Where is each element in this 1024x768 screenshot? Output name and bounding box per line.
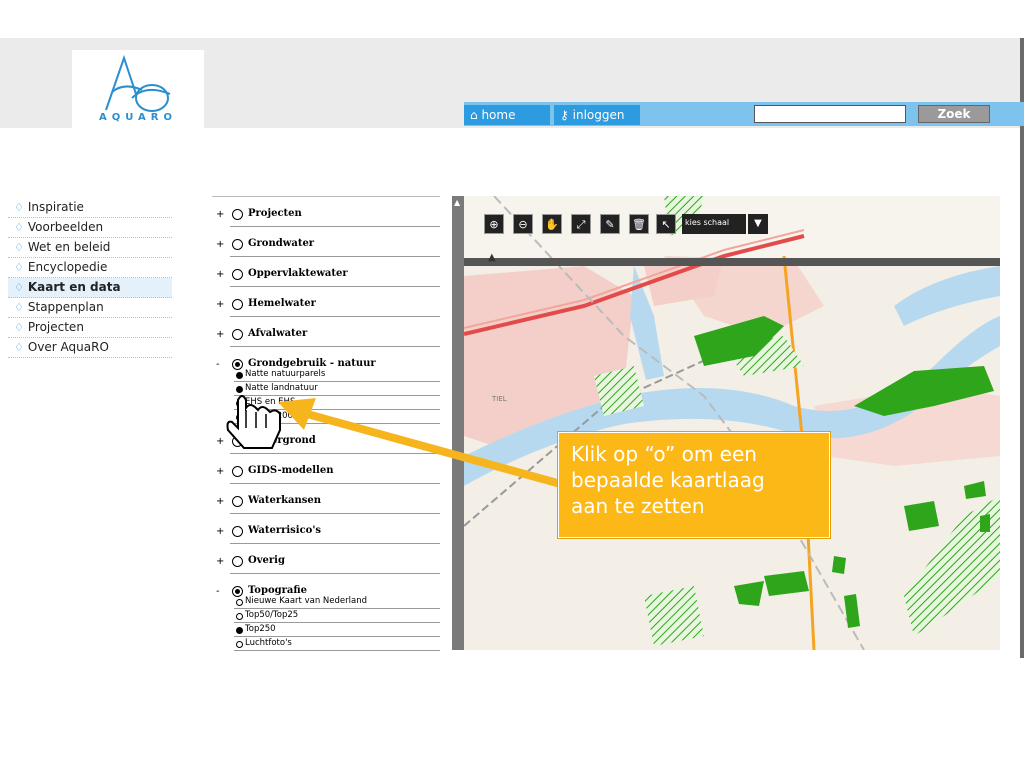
annotation-arrow (298, 408, 570, 490)
callout-line: bepaalde kaartlaag (571, 468, 765, 492)
annotation-overlay (226, 395, 570, 490)
callout-line: aan te zetten (571, 494, 705, 518)
tutorial-callout: Klik op “o” om een bepaalde kaartlaag aa… (558, 432, 830, 538)
callout-line: Klik op “o” om een (571, 442, 757, 466)
hand-cursor-icon (226, 395, 281, 449)
